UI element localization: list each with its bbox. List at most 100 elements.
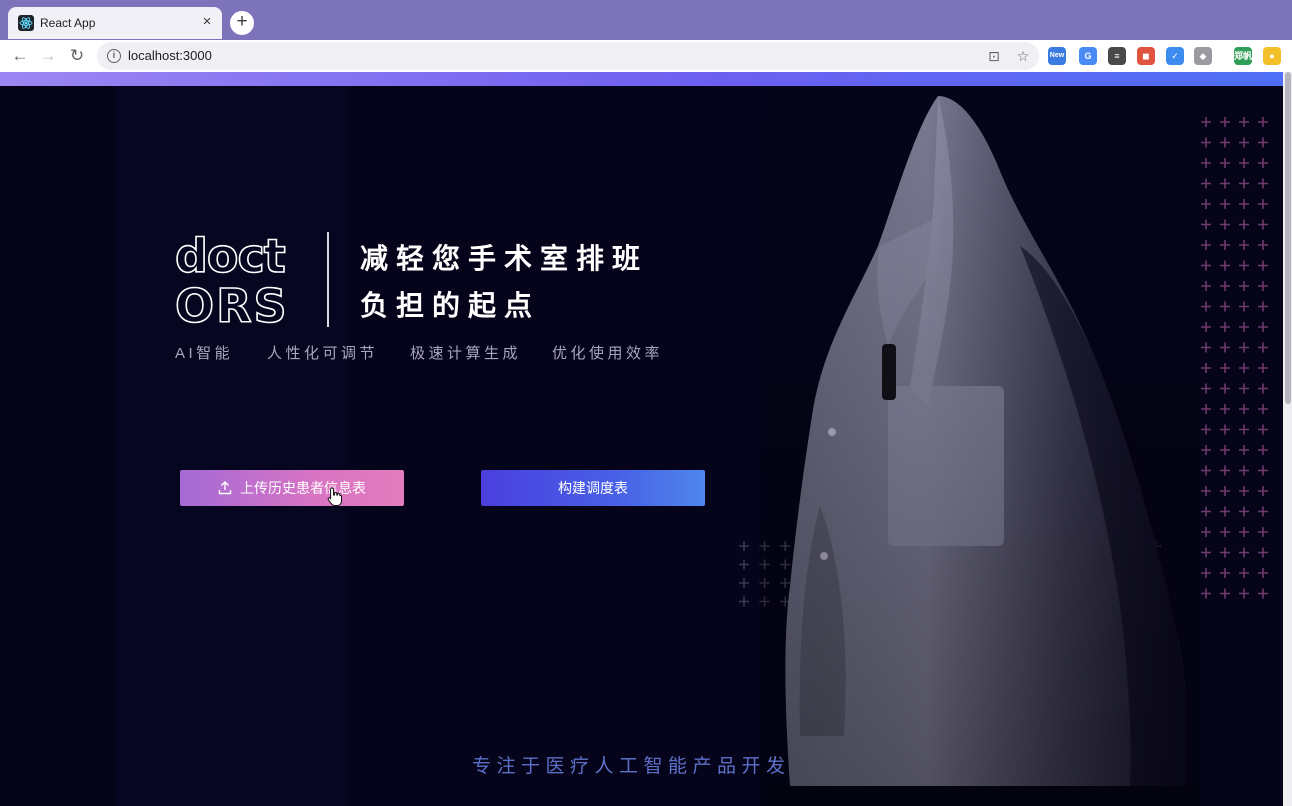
landing-page: doct ORS 减轻您手术室排班 负担的起点 AI智能 人性化可调节 极速计算…	[0, 86, 1283, 806]
plus-mark	[1239, 547, 1249, 558]
plus-mark	[1220, 158, 1230, 168]
plus-mark	[1201, 178, 1211, 189]
plus-mark	[1258, 465, 1268, 476]
plus-mark	[1258, 363, 1268, 373]
bookmark-star-icon[interactable]: ☆	[1014, 47, 1032, 65]
build-schedule-button[interactable]: 构建调度表	[481, 470, 705, 506]
plus-mark	[1239, 260, 1249, 271]
plus-mark	[1258, 342, 1268, 353]
plus-mark	[1201, 445, 1211, 455]
plus-mark	[1239, 199, 1249, 209]
plus-mark	[1220, 363, 1230, 373]
check-extension-icon[interactable]: ✓	[1166, 47, 1184, 65]
plus-mark	[1239, 465, 1249, 476]
plus-mark	[1220, 445, 1230, 455]
upload-patient-history-button[interactable]: 上传历史患者信息表	[180, 470, 404, 506]
footer-tagline: 专注于医疗人工智能产品开发	[472, 756, 791, 777]
plus-mark	[1258, 404, 1268, 414]
plus-mark	[1220, 383, 1230, 394]
address-bar-url[interactable]: localhost:3000	[128, 48, 212, 63]
plus-mark	[1220, 486, 1230, 496]
profile-extension-icon[interactable]: 郑帆	[1234, 47, 1252, 65]
plus-mark	[739, 559, 749, 570]
plus-mark	[1201, 342, 1211, 353]
site-info-icon[interactable]: i	[107, 49, 121, 63]
plus-mark	[1258, 424, 1268, 435]
plus-mark	[1239, 178, 1249, 189]
color-extension-icon[interactable]: ◼	[1137, 47, 1155, 65]
plus-mark	[1258, 506, 1268, 517]
plus-mark	[1201, 547, 1211, 558]
browser-tab-bar: React App × +	[0, 0, 1292, 40]
tab-title: React App	[40, 16, 96, 30]
logo-text-line1: doct	[175, 232, 285, 283]
lab-coat-illustration	[760, 86, 1200, 806]
upload-button-label: 上传历史患者信息表	[240, 480, 366, 496]
plus-mark	[1239, 506, 1249, 517]
plus-mark	[1239, 158, 1249, 168]
translate-icon[interactable]: ⊡	[985, 47, 1003, 65]
plus-mark	[1201, 137, 1211, 148]
plus-mark	[1239, 588, 1249, 599]
address-bar[interactable]: i localhost:3000 ⊡ ☆	[97, 42, 1039, 70]
plus-mark	[1258, 260, 1268, 271]
browser-tab[interactable]: React App ×	[8, 7, 222, 39]
plus-mark	[1258, 486, 1268, 496]
feature-adjustable: 人性化可调节	[267, 345, 379, 362]
plus-mark	[1220, 465, 1230, 476]
plus-mark	[1239, 322, 1249, 332]
plus-mark	[1239, 363, 1249, 373]
plus-mark	[1258, 281, 1268, 291]
plus-mark	[1220, 260, 1230, 271]
background-band	[350, 86, 770, 806]
plus-mark	[1220, 424, 1230, 435]
close-tab-icon[interactable]: ×	[198, 13, 216, 31]
tools-extension-icon[interactable]: ≡	[1108, 47, 1126, 65]
plus-mark	[1201, 404, 1211, 414]
shield-extension-icon[interactable]: ◆	[1194, 47, 1212, 65]
plus-mark	[1258, 301, 1268, 312]
plus-mark	[1220, 240, 1230, 250]
update-extension-icon[interactable]: ●	[1263, 47, 1281, 65]
plus-mark	[1220, 404, 1230, 414]
plus-mark	[1220, 178, 1230, 189]
plus-mark	[1201, 240, 1211, 250]
plus-mark	[1201, 260, 1211, 271]
plus-mark	[1258, 158, 1268, 168]
headline-line-2: 负担的起点	[360, 290, 541, 321]
plus-mark	[1239, 117, 1249, 127]
headline-line-1: 减轻您手术室排班	[360, 243, 649, 274]
plus-mark	[1201, 117, 1211, 127]
plus-mark	[1258, 199, 1268, 209]
plus-mark	[1201, 199, 1211, 209]
page-scrollbar[interactable]	[1283, 72, 1292, 806]
plus-mark	[1201, 281, 1211, 291]
feature-fast: 极速计算生成	[410, 345, 522, 362]
plus-mark	[1258, 240, 1268, 250]
plus-mark	[1239, 342, 1249, 353]
plus-mark	[1201, 465, 1211, 476]
plus-mark	[1258, 588, 1268, 599]
reload-icon[interactable]: ↻	[66, 45, 88, 67]
plus-mark	[1220, 281, 1230, 291]
new-extension-icon[interactable]: New	[1048, 47, 1066, 65]
feature-ai: AI智能	[175, 345, 234, 362]
plus-mark	[1258, 219, 1268, 230]
plus-mark	[1258, 178, 1268, 189]
plus-mark	[1258, 527, 1268, 537]
scrollbar-thumb[interactable]	[1285, 72, 1291, 404]
hero-divider	[327, 232, 329, 327]
plus-mark	[1220, 527, 1230, 537]
plus-mark	[1239, 404, 1249, 414]
plus-mark	[1239, 568, 1249, 578]
plus-mark	[1239, 445, 1249, 455]
back-arrow-icon[interactable]: ←	[9, 45, 31, 67]
new-tab-button[interactable]: +	[230, 11, 254, 35]
translate-extension-icon[interactable]: G	[1079, 47, 1097, 65]
react-logo-icon	[18, 15, 34, 31]
plus-mark	[739, 541, 749, 551]
plus-mark	[1239, 424, 1249, 435]
plus-mark	[1258, 547, 1268, 558]
plus-mark	[739, 596, 749, 607]
forward-arrow-icon[interactable]: →	[37, 45, 59, 67]
